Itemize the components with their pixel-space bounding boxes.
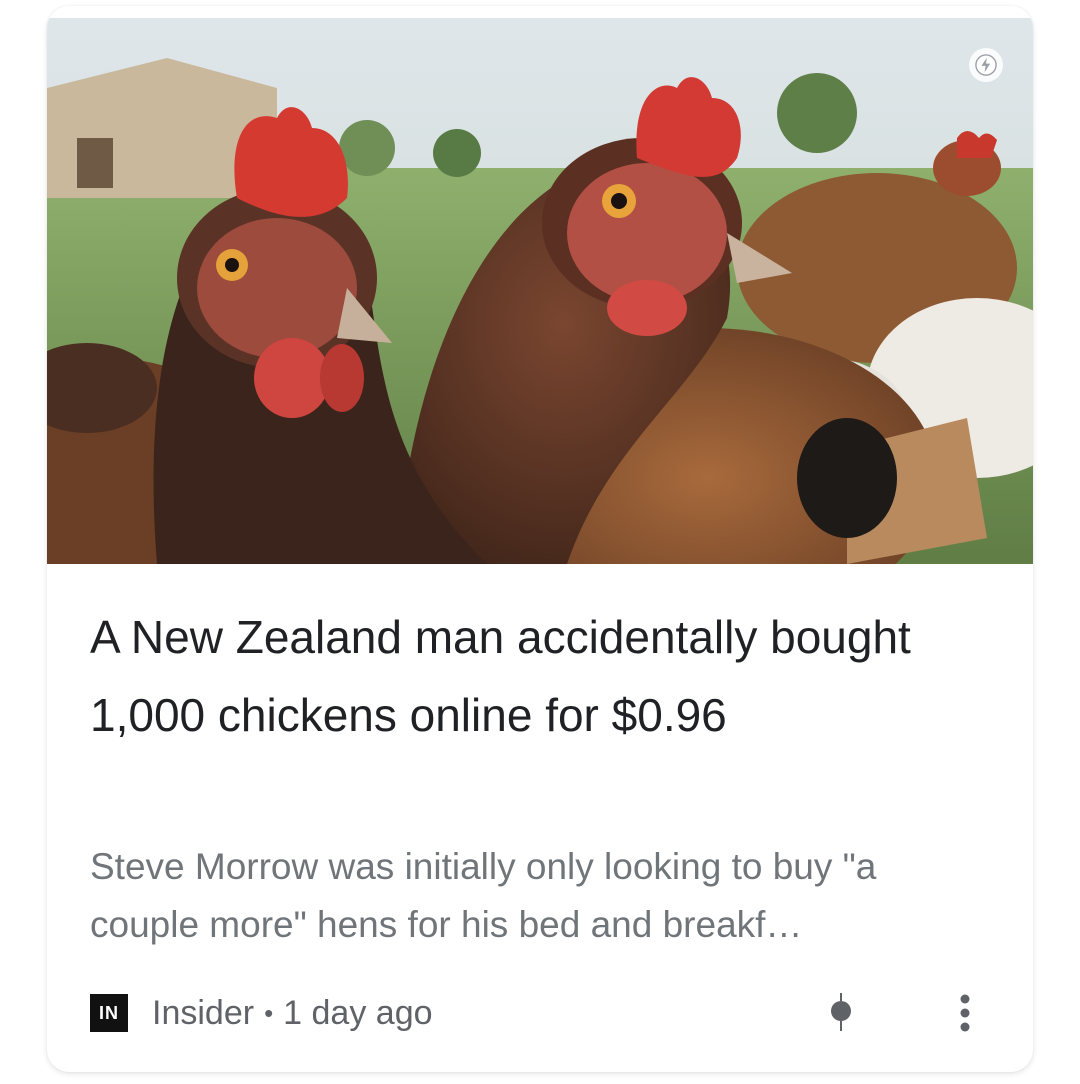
article-image[interactable]: [47, 18, 1033, 564]
published-time: 1 day ago: [283, 993, 433, 1032]
article-footer: IN Insider • 1 day ago: [90, 988, 990, 1038]
amp-lightning-icon: [969, 48, 1003, 82]
save-pin-icon: [831, 993, 851, 1031]
article-snippet[interactable]: Steve Morrow was initially only looking …: [90, 838, 990, 954]
article-headline[interactable]: A New Zealand man accidentally bought 1,…: [90, 598, 990, 754]
card-actions: [816, 988, 990, 1038]
more-options-button[interactable]: [940, 988, 990, 1038]
meta-separator: •: [264, 997, 274, 1028]
source-name: Insider: [152, 993, 255, 1032]
news-card[interactable]: A New Zealand man accidentally bought 1,…: [47, 6, 1033, 1072]
more-vert-icon: [960, 994, 970, 1032]
source-logo: IN: [90, 994, 128, 1032]
save-button[interactable]: [816, 988, 866, 1038]
